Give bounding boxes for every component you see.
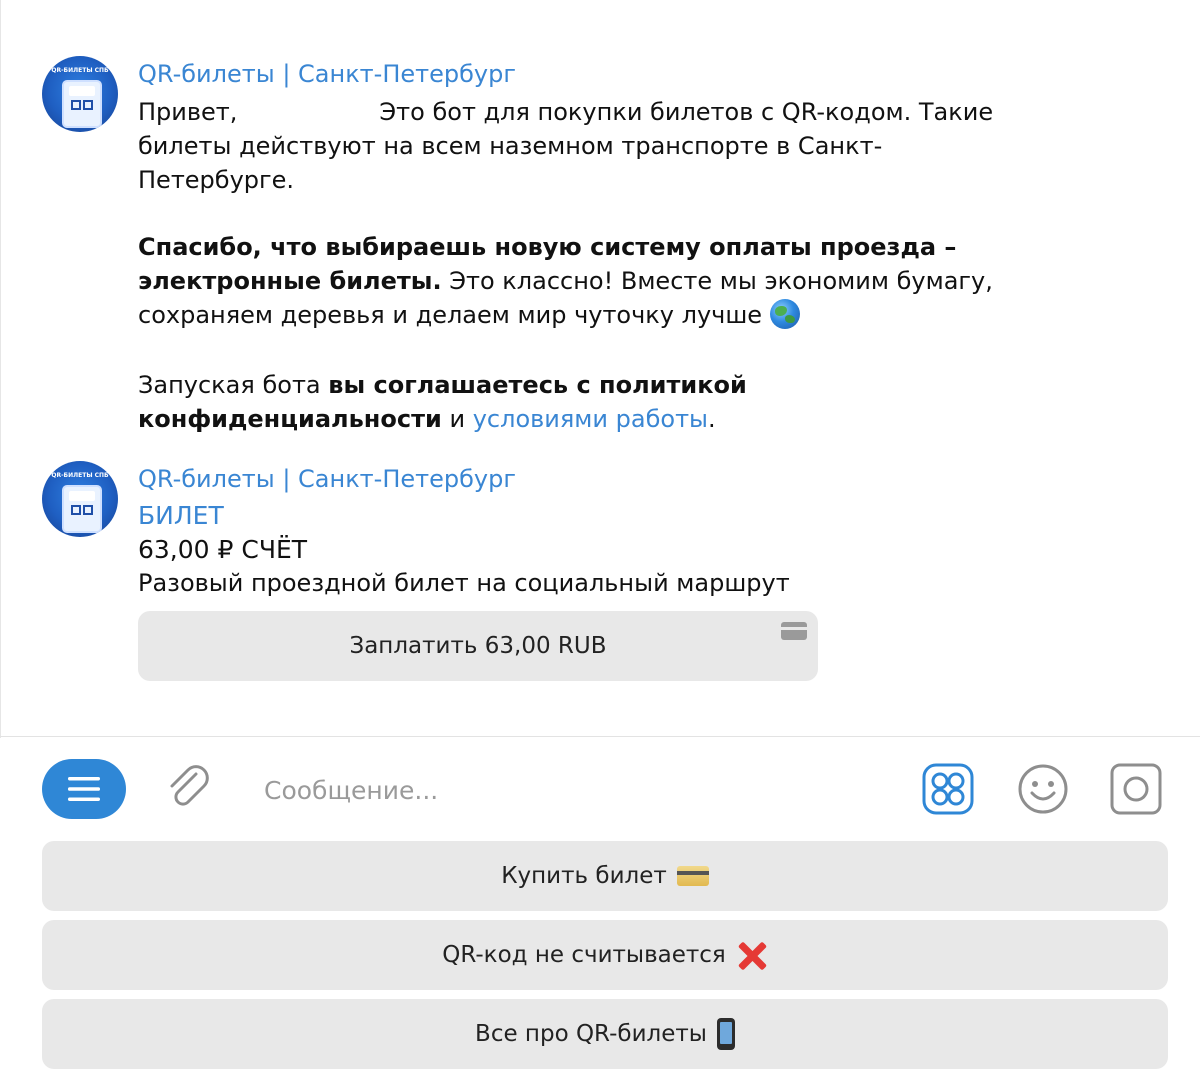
- about-qr-tickets-label: Все про QR-билеты: [475, 1021, 707, 1047]
- keyboard-button-about-qr-tickets[interactable]: Все про QR-билеты: [42, 999, 1168, 1069]
- sender-name[interactable]: QR-билеты | Санкт-Петербург: [138, 465, 516, 493]
- bot-avatar[interactable]: QR-БИЛЕТЫ СПБ: [42, 461, 118, 537]
- intro-text: Это бот для покупки билетов с QR-кодом. …: [138, 98, 994, 194]
- bot-menu-button[interactable]: [42, 759, 126, 819]
- thanks-paragraph: Спасибо, что выбираешь новую систему опл…: [138, 230, 1038, 332]
- keyboard-button-buy-ticket[interactable]: Купить билет: [42, 841, 1168, 911]
- invoice-title: БИЛЕТ: [138, 501, 224, 530]
- camera-icon[interactable]: [1110, 763, 1162, 815]
- keyboard-button-qr-not-scanning[interactable]: QR-код не считывается: [42, 920, 1168, 990]
- menu-icon: [68, 777, 100, 801]
- phone-illustration: [62, 80, 102, 128]
- policy-prefix: Запуская бота: [138, 371, 321, 399]
- emoji-icon[interactable]: [1017, 763, 1069, 815]
- paperclip-icon[interactable]: [162, 762, 214, 814]
- greeting-text: Привет,: [138, 98, 238, 126]
- mobile-phone-icon: [716, 1018, 735, 1050]
- pay-button[interactable]: Заплатить 63,00 RUB: [138, 611, 818, 681]
- pay-button-label: Заплатить 63,00 RUB: [349, 633, 607, 659]
- invoice-amount: 63,00 ₽ СЧЁТ: [138, 535, 308, 564]
- policy-paragraph: Запуская бота вы соглашаетесь с политико…: [138, 368, 1038, 436]
- credit-card-icon: [676, 866, 709, 886]
- terms-link[interactable]: условиями работы: [473, 405, 708, 433]
- cross-mark-icon: [736, 939, 768, 971]
- sticker-panel-icon[interactable]: [922, 763, 974, 815]
- avatar-brand-text: QR-БИЛЕТЫ СПБ: [51, 67, 109, 74]
- globe-emoji-icon: [769, 299, 800, 329]
- avatar-brand-text: QR-БИЛЕТЫ СПБ: [51, 472, 109, 479]
- buy-ticket-label: Купить билет: [501, 863, 667, 889]
- message-text: Привет, Это бот для покупки билетов с QR-…: [138, 95, 1038, 436]
- bot-avatar[interactable]: QR-БИЛЕТЫ СПБ: [42, 56, 118, 132]
- invoice-description: Разовый проездной билет на социальный ма…: [138, 569, 790, 597]
- qr-not-scanning-label: QR-код не считывается: [442, 942, 726, 968]
- policy-and: и: [449, 405, 466, 433]
- greeting-paragraph: Привет, Это бот для покупки билетов с QR-…: [138, 95, 1038, 197]
- phone-illustration: [62, 485, 102, 533]
- message-composer: [0, 737, 1200, 840]
- chat-history[interactable]: QR-БИЛЕТЫ СПБ QR-билеты | Санкт-Петербур…: [0, 0, 1200, 736]
- policy-end: .: [708, 405, 716, 433]
- message-input[interactable]: [262, 765, 886, 815]
- credit-card-icon: [781, 622, 807, 640]
- sender-name[interactable]: QR-билеты | Санкт-Петербург: [138, 60, 516, 88]
